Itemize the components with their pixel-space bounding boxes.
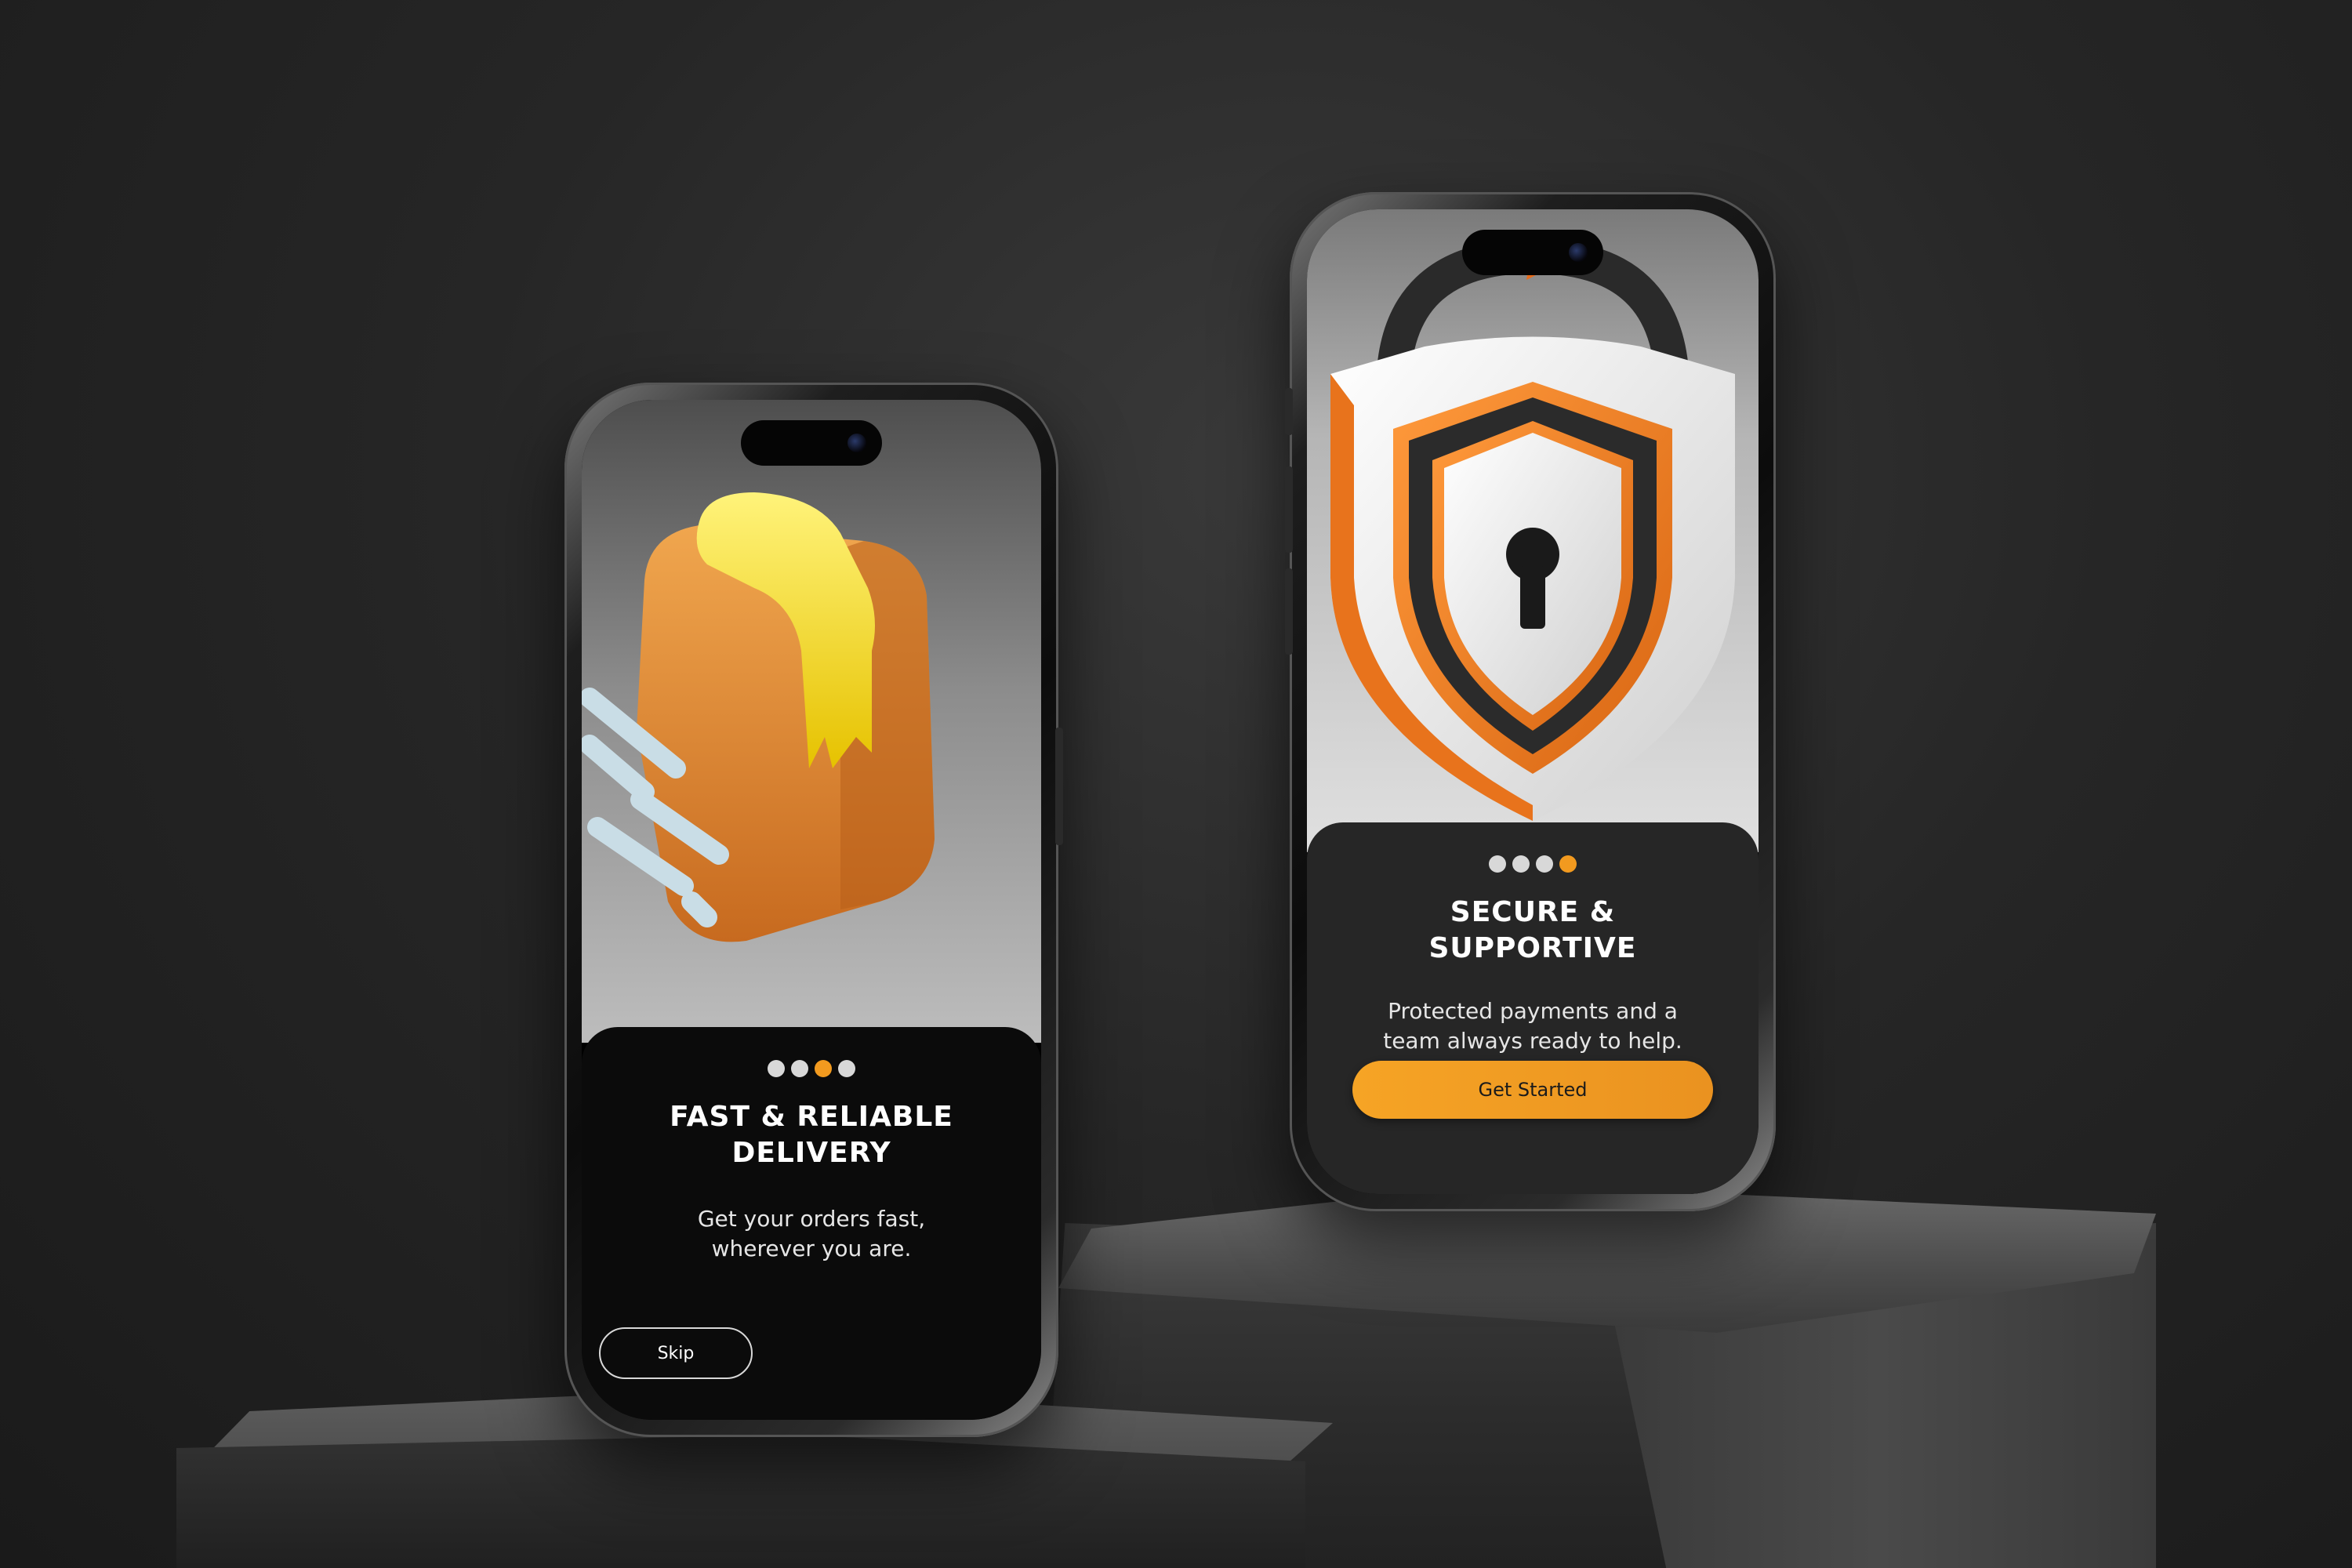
action-button — [1285, 388, 1293, 435]
power-button — [1055, 728, 1063, 845]
hero-illustration-area — [1307, 209, 1759, 852]
phone-secure: Secure & Supportive Protected payments a… — [1285, 192, 1776, 1211]
dynamic-island — [1462, 230, 1603, 275]
volume-down-button — [1285, 568, 1293, 655]
screen-delivery: Fast & Reliable Delivery Get your orders… — [582, 400, 1041, 1420]
pagination-dot[interactable] — [791, 1060, 808, 1077]
dynamic-island — [741, 420, 882, 466]
pagination-dots — [1489, 855, 1577, 873]
pagination-dot-active[interactable] — [1559, 855, 1577, 873]
pagination-dot-active[interactable] — [815, 1060, 832, 1077]
pagination-dots — [768, 1060, 855, 1077]
pagination-dot[interactable] — [1536, 855, 1553, 873]
onboarding-title: Secure & Supportive — [1428, 896, 1637, 964]
onboarding-subtitle: Protected payments and a team always rea… — [1383, 998, 1682, 1054]
onboarding-card: Secure & Supportive Protected payments a… — [1307, 822, 1759, 1194]
pagination-dot[interactable] — [1512, 855, 1530, 873]
camera-icon — [848, 434, 866, 452]
pagination-dot[interactable] — [1489, 855, 1506, 873]
hero-illustration-area — [582, 400, 1041, 1043]
mockup-scene: Fast & Reliable Delivery Get your orders… — [0, 0, 2352, 1568]
pagination-dot[interactable] — [768, 1060, 785, 1077]
phone-delivery: Fast & Reliable Delivery Get your orders… — [564, 383, 1063, 1437]
pedestal-front — [176, 1435, 1305, 1568]
get-started-button[interactable]: Get Started — [1352, 1061, 1713, 1119]
skip-button[interactable]: Skip — [599, 1327, 753, 1379]
package-box-icon — [582, 492, 935, 942]
screen-secure: Secure & Supportive Protected payments a… — [1307, 209, 1759, 1194]
onboarding-subtitle: Get your orders fast, wherever you are. — [697, 1206, 926, 1261]
volume-up-button — [1285, 466, 1293, 553]
shield-lock-icon — [1330, 238, 1735, 821]
camera-icon — [1569, 243, 1588, 262]
onboarding-title: Fast & Reliable Delivery — [670, 1101, 953, 1169]
pagination-dot[interactable] — [838, 1060, 855, 1077]
onboarding-card: Fast & Reliable Delivery Get your orders… — [582, 1027, 1041, 1420]
